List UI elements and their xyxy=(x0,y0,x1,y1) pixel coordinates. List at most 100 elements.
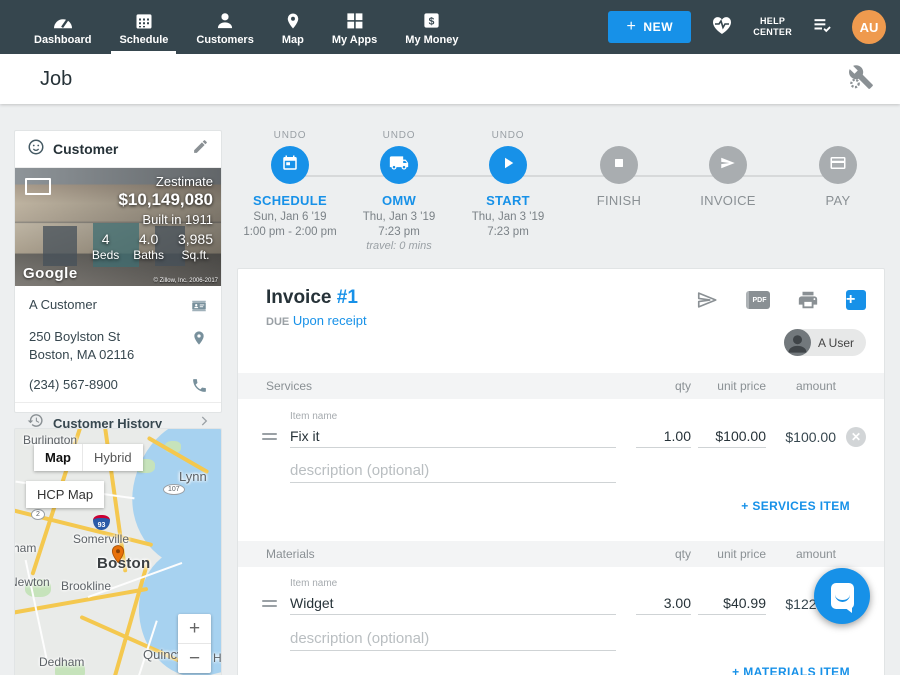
face-icon xyxy=(27,138,45,161)
nav-label: Customers xyxy=(196,34,253,46)
help-center-line1: HELP xyxy=(753,16,792,27)
hcp-map-button[interactable]: HCP Map xyxy=(26,481,104,508)
nav-item-customers[interactable]: Customers xyxy=(182,0,267,54)
zoom-in-button[interactable]: + xyxy=(178,614,211,643)
heart-pulse-icon[interactable] xyxy=(709,13,735,42)
help-center-link[interactable]: HELP CENTER xyxy=(753,16,792,39)
nav-item-map[interactable]: Map xyxy=(268,0,318,54)
customer-name: A Customer xyxy=(29,296,189,314)
nav-label: Schedule xyxy=(119,34,168,46)
material-item-name-input[interactable] xyxy=(290,591,616,615)
zestimate-label: Zestimate xyxy=(92,174,213,189)
sqft-label: Sq.ft. xyxy=(178,248,213,262)
map-label-waltham: ham xyxy=(14,541,36,555)
invoice-title-text: Invoice xyxy=(266,287,331,308)
assignee-chip[interactable]: A User xyxy=(784,329,866,356)
map-type-buttons: Map Hybrid xyxy=(34,444,143,471)
map-zoom-control: + − xyxy=(178,614,211,673)
zoom-out-button[interactable]: − xyxy=(178,644,211,673)
person-icon xyxy=(215,10,235,31)
omw-step-button[interactable] xyxy=(380,146,418,184)
customer-card: Customer Zestimate $10,149,080 Built in … xyxy=(14,130,222,413)
zestimate-overlay: Zestimate $10,149,080 Built in 1911 4Bed… xyxy=(92,174,213,262)
invoice-step-button[interactable] xyxy=(709,146,747,184)
beds-label: Beds xyxy=(92,248,119,262)
add-materials-item-link[interactable]: + MATERIALS ITEM xyxy=(732,665,850,675)
nav-item-my-money[interactable]: $ My Money xyxy=(391,0,472,54)
service-description-input[interactable] xyxy=(290,459,616,483)
map-label-somerville: Somerville xyxy=(73,532,129,546)
add-services-item-link[interactable]: + SERVICES ITEM xyxy=(741,499,850,513)
due-label: DUE xyxy=(266,316,289,328)
print-icon[interactable] xyxy=(797,289,819,311)
pay-step-button[interactable] xyxy=(819,146,857,184)
drag-handle[interactable] xyxy=(262,600,277,610)
user-avatar[interactable]: AU xyxy=(852,10,886,44)
baths-label: Baths xyxy=(133,248,164,262)
phone-icon[interactable] xyxy=(189,376,209,394)
property-stats: 4Beds 4.0Baths 3,985Sq.ft. xyxy=(92,231,213,262)
service-item-name-input[interactable] xyxy=(290,424,616,448)
map-button[interactable]: Map xyxy=(34,444,83,471)
send-invoice-icon[interactable] xyxy=(695,289,719,311)
chat-widget-button[interactable] xyxy=(814,568,870,624)
invoice-title: Invoice #1 xyxy=(266,287,358,309)
material-unit-price-input[interactable] xyxy=(698,591,766,615)
service-unit-price-input[interactable] xyxy=(698,424,766,448)
google-watermark: Google xyxy=(23,265,78,282)
nav-item-my-apps[interactable]: My Apps xyxy=(318,0,391,54)
start-step-button[interactable] xyxy=(489,146,527,184)
property-photo: Zestimate $10,149,080 Built in 1911 4Bed… xyxy=(15,168,221,286)
invoice-actions: PDF + xyxy=(695,289,866,311)
map-card: Burlington Lynn Somerville Boston ham Ne… xyxy=(14,428,222,675)
job-tools-icon[interactable] xyxy=(848,64,874,95)
job-workflow-steps: UNDO SCHEDULE Sun, Jan 6 '19 1:00 pm - 2… xyxy=(237,130,885,268)
customer-card-title: Customer xyxy=(53,141,192,157)
amount-column-header: amount xyxy=(764,379,836,393)
chat-icon xyxy=(831,583,854,609)
help-center-line2: CENTER xyxy=(753,27,792,38)
material-description-input[interactable] xyxy=(290,627,616,651)
schedule-step-button[interactable] xyxy=(271,146,309,184)
unit-price-column-header: unit price xyxy=(686,379,766,393)
step-date: Thu, Jan 3 '19 xyxy=(443,211,573,223)
route-2-shield: 2 xyxy=(31,509,45,520)
beds-value: 4 xyxy=(92,231,119,247)
app-screen: Dashboard Schedule Customers Map xyxy=(0,0,900,675)
drag-handle[interactable] xyxy=(262,433,277,443)
contact-card-icon[interactable] xyxy=(189,296,209,315)
top-nav: Dashboard Schedule Customers Map xyxy=(0,0,900,54)
street-view-icon[interactable] xyxy=(25,178,51,195)
pdf-icon[interactable]: PDF xyxy=(746,291,770,309)
assignee-name: A User xyxy=(818,336,854,350)
invoice-due: DUE Upon receipt xyxy=(266,313,367,328)
svg-text:$: $ xyxy=(429,16,435,27)
hybrid-button[interactable]: Hybrid xyxy=(83,444,143,471)
delete-service-item-button[interactable]: ✕ xyxy=(846,427,866,447)
services-header-band: Services qty unit price amount xyxy=(238,373,884,399)
customer-phone-row: (234) 567-8900 xyxy=(15,369,221,400)
service-qty-input[interactable] xyxy=(636,424,691,448)
new-button[interactable]: +NEW xyxy=(608,11,691,43)
finish-step-button[interactable] xyxy=(600,146,638,184)
step-label: PAY xyxy=(773,193,900,208)
material-qty-input[interactable] xyxy=(636,591,691,615)
add-invoice-button[interactable]: + xyxy=(846,290,866,310)
checklist-icon[interactable] xyxy=(810,15,834,40)
customer-phone: (234) 567-8900 xyxy=(29,376,189,394)
undo-spacer xyxy=(773,130,900,142)
edit-pencil-icon[interactable] xyxy=(192,138,209,160)
nav-item-schedule[interactable]: Schedule xyxy=(105,0,182,54)
map-label-brookline: Brookline xyxy=(61,579,111,593)
page-title: Job xyxy=(40,68,72,91)
location-pin-icon[interactable] xyxy=(189,328,209,347)
amount-column-header: amount xyxy=(764,547,836,561)
assignee-avatar xyxy=(784,329,811,356)
due-value-link[interactable]: Upon receipt xyxy=(293,313,367,328)
nav-label: My Apps xyxy=(332,34,377,46)
nav-item-dashboard[interactable]: Dashboard xyxy=(20,0,105,54)
nav-items: Dashboard Schedule Customers Map xyxy=(0,0,472,54)
route-107-shield: 107 xyxy=(163,484,185,495)
map-pin-icon xyxy=(284,10,302,31)
address-line1: 250 Boylston St xyxy=(29,329,120,344)
